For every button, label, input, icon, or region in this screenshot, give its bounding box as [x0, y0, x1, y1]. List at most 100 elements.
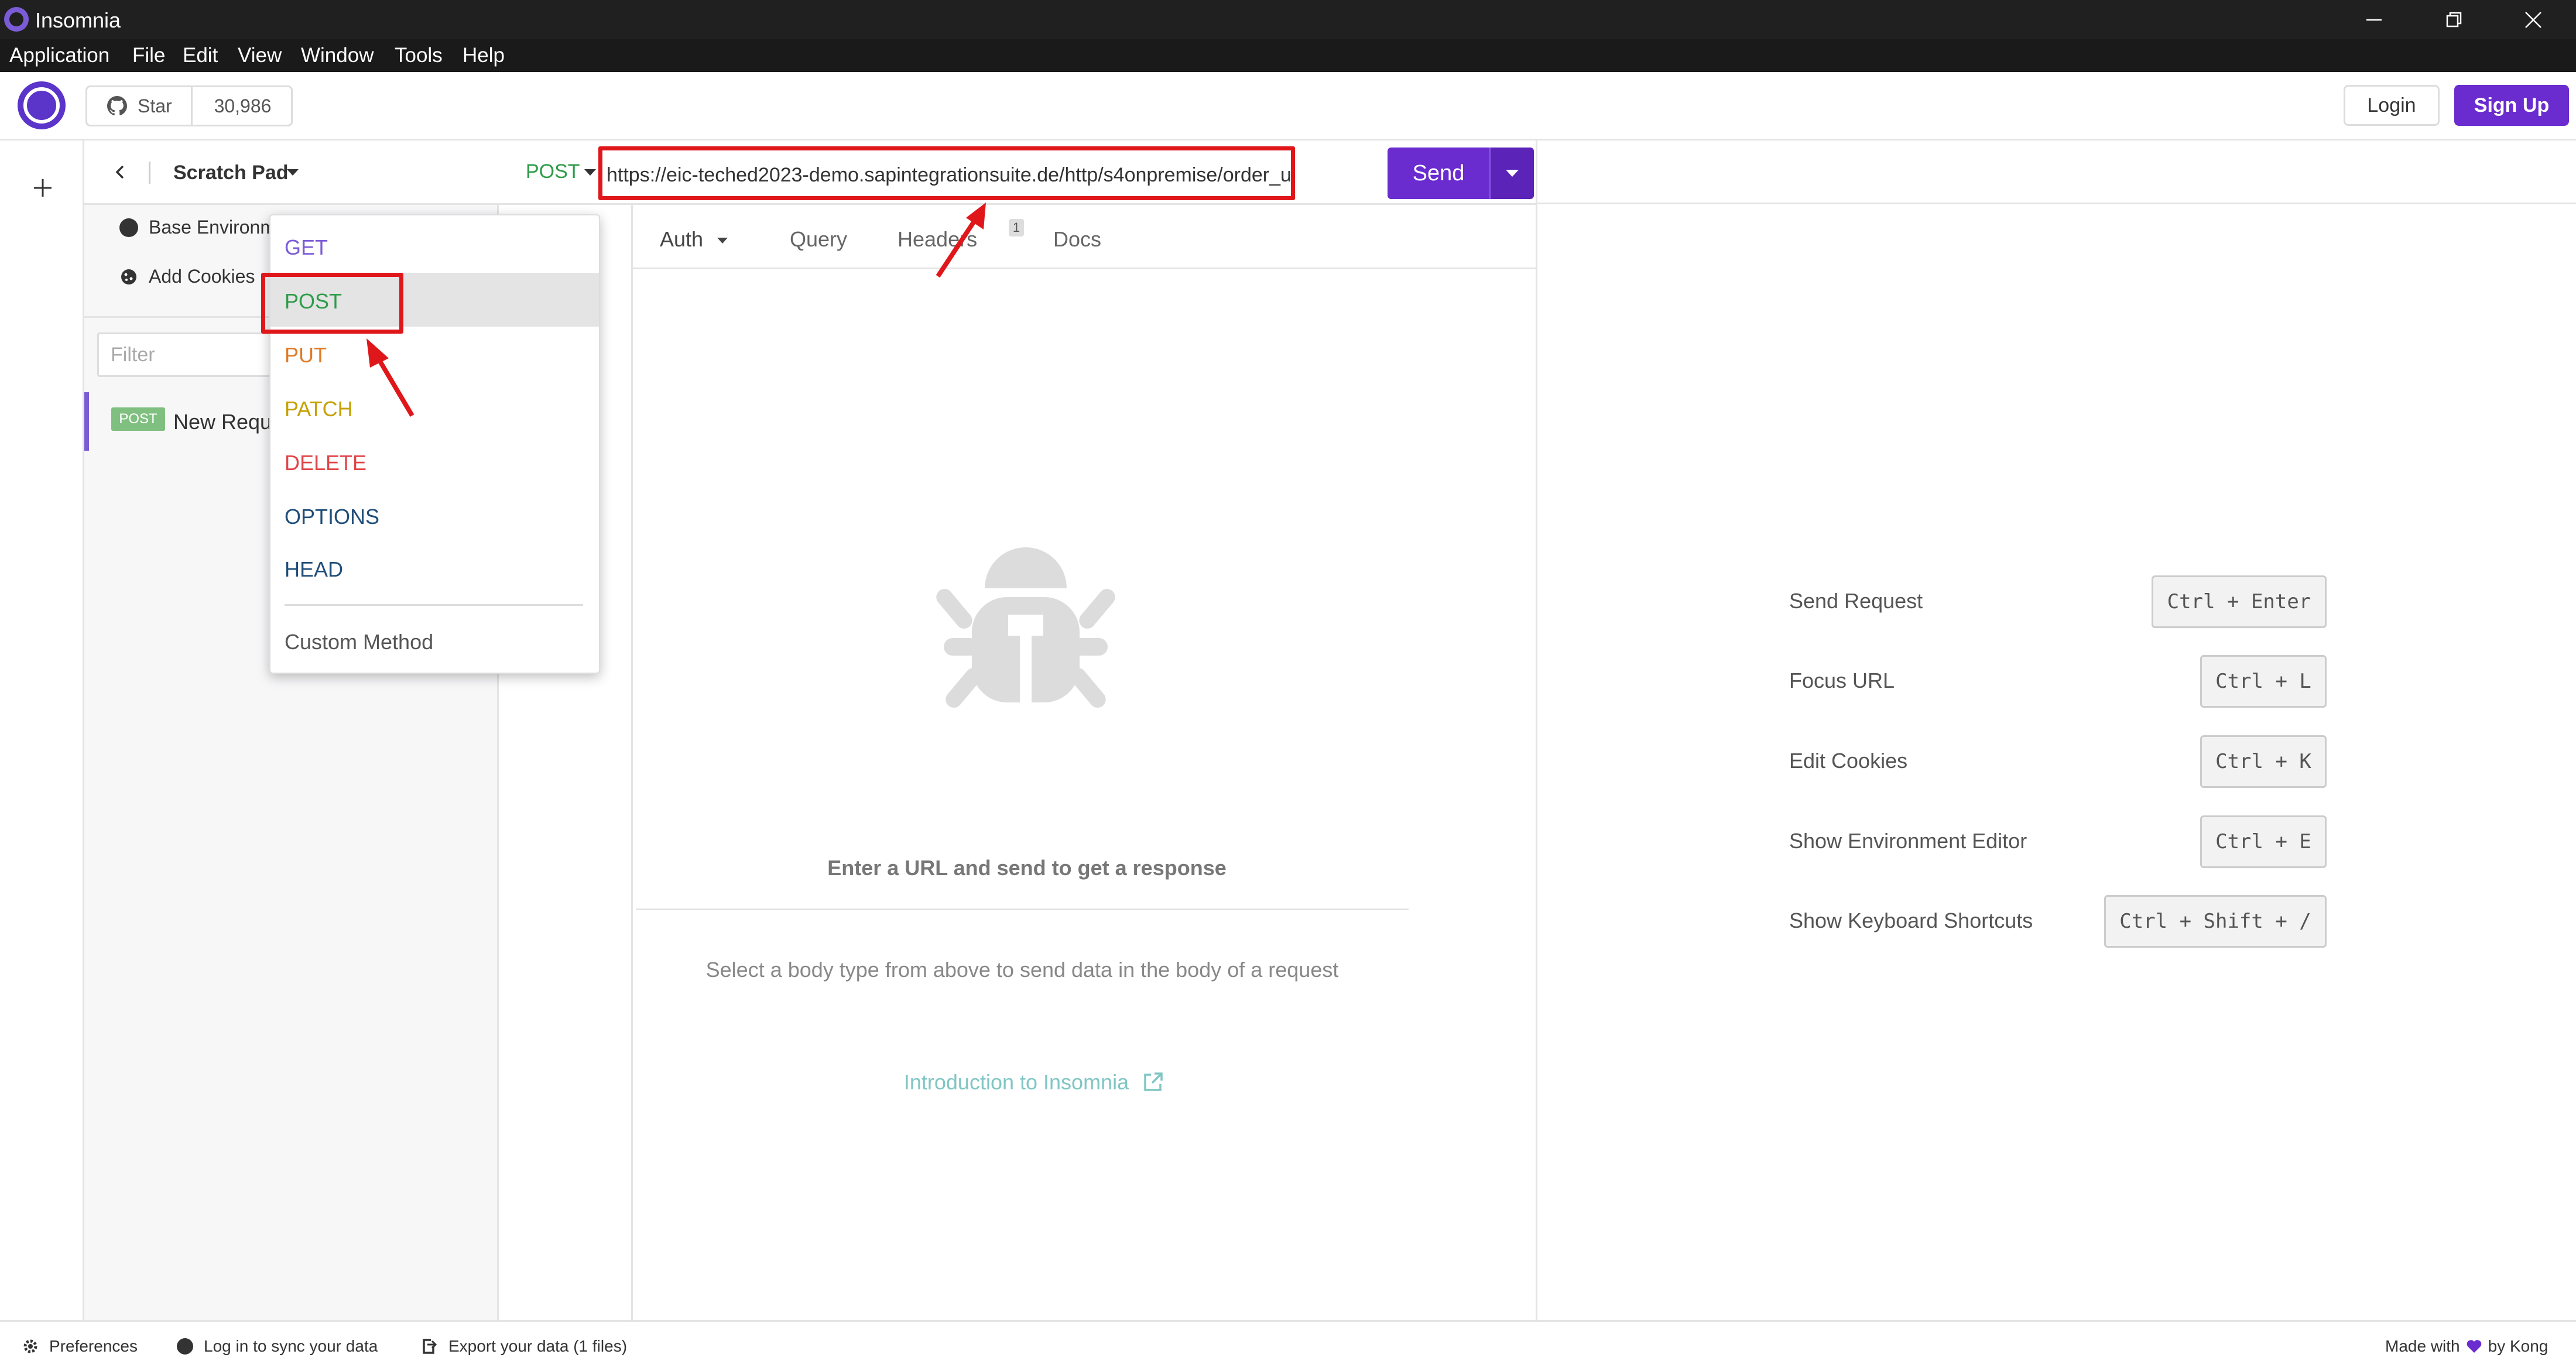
insomnia-home-icon[interactable] — [18, 81, 66, 129]
external-link-icon — [1144, 1072, 1163, 1091]
shortcut-label-focus-url: Focus URL — [1789, 668, 1895, 692]
menu-bar: Application File Edit View Window Tools … — [0, 39, 2576, 72]
method-option-delete[interactable]: DELETE — [270, 434, 599, 488]
left-rail — [0, 140, 84, 1320]
chevron-left-icon[interactable] — [108, 160, 131, 184]
request-name: New Requ — [173, 410, 272, 434]
environment-dot-icon — [119, 218, 138, 237]
shortcut-label-send: Send Request — [1789, 589, 1923, 613]
sync-status-icon — [177, 1338, 193, 1355]
tab-auth-label: Auth — [660, 227, 704, 251]
top-toolbar: Star 30,986 Login Sign Up — [0, 72, 2576, 140]
bug-icon — [936, 547, 1115, 708]
gear-icon — [23, 1339, 37, 1353]
shortcut-label-edit-cookies: Edit Cookies — [1789, 749, 1908, 773]
menu-edit[interactable]: Edit — [183, 44, 218, 67]
method-option-options[interactable]: OPTIONS — [270, 488, 599, 542]
empty-state-subtitle: Select a body type from above to send da… — [705, 958, 1339, 982]
response-top-border — [1537, 203, 2576, 204]
url-highlight-box — [598, 146, 1295, 200]
dropdown-divider — [285, 604, 583, 606]
close-icon — [2525, 11, 2541, 28]
method-option-get[interactable]: GET — [270, 219, 599, 273]
sync-login-button[interactable]: Log in to sync your data — [177, 1337, 378, 1356]
method-selector[interactable]: POST — [526, 160, 580, 183]
add-cookies-label: Add Cookies — [149, 266, 255, 287]
github-star-group: Star 30,986 — [85, 85, 293, 126]
export-label: Export your data (1 files) — [448, 1337, 628, 1355]
method-badge: POST — [111, 407, 165, 431]
shortcut-label-env-editor: Show Environment Editor — [1789, 829, 2027, 853]
login-button[interactable]: Login — [2344, 85, 2440, 126]
method-caret-icon[interactable] — [583, 167, 597, 177]
preferences-button[interactable]: Preferences — [22, 1337, 138, 1356]
shortcut-key-edit-cookies: Ctrl + K — [2200, 735, 2327, 788]
preferences-label: Preferences — [49, 1337, 138, 1355]
caret-down-icon[interactable] — [286, 167, 300, 177]
title-bar: Insomnia — [0, 0, 2576, 39]
caret-down-icon — [1506, 170, 1519, 177]
environment-label: Base Environm — [149, 217, 276, 238]
send-options-button[interactable] — [1489, 148, 1534, 199]
workspace-title[interactable]: Scratch Pad — [173, 162, 289, 184]
empty-state-title: Enter a URL and send to get a response — [827, 856, 1227, 880]
intro-link[interactable]: Introduction to Insomnia — [882, 1070, 1186, 1095]
minimize-button[interactable] — [2336, 0, 2412, 39]
menu-tools[interactable]: Tools — [395, 44, 443, 67]
sidebar-header: Scratch Pad — [84, 140, 499, 205]
made-with-label: Made with — [2385, 1337, 2460, 1355]
caret-down-icon — [717, 238, 728, 244]
shortcut-key-send: Ctrl + Enter — [2152, 575, 2327, 628]
header-separator — [149, 162, 150, 184]
tab-docs[interactable]: Docs — [1053, 227, 1101, 252]
send-button[interactable]: Send — [1388, 148, 1489, 199]
request-pane: POST https://eic-teched2023-demo.sapinte… — [499, 140, 1537, 1320]
menu-help[interactable]: Help — [463, 44, 505, 67]
insomnia-logo-icon — [4, 7, 29, 32]
environment-selector[interactable]: Base Environm — [119, 217, 276, 238]
menu-file[interactable]: File — [132, 44, 165, 67]
heart-icon — [2467, 1340, 2481, 1353]
github-icon — [107, 96, 127, 116]
shortcut-key-env-editor: Ctrl + E — [2200, 815, 2327, 868]
tab-query[interactable]: Query — [790, 227, 847, 252]
method-option-patch[interactable]: PATCH — [270, 380, 599, 434]
signup-button[interactable]: Sign Up — [2454, 85, 2569, 126]
method-option-head[interactable]: HEAD — [270, 541, 599, 595]
body-border — [631, 269, 633, 1320]
method-option-put[interactable]: PUT — [270, 327, 599, 380]
status-bar: Preferences Log in to sync your data Exp… — [0, 1320, 2576, 1368]
cookie-icon — [121, 269, 136, 284]
headers-count-badge: 1 — [1009, 219, 1024, 236]
menu-view[interactable]: View — [238, 44, 282, 67]
restore-icon — [2446, 12, 2462, 27]
url-bar: POST https://eic-teched2023-demo.sapinte… — [499, 140, 1537, 205]
made-with-kong: Made with by Kong — [2385, 1337, 2548, 1356]
sync-label: Log in to sync your data — [204, 1337, 378, 1355]
post-highlight-box — [261, 273, 403, 334]
github-star-label: Star — [138, 95, 172, 116]
by-kong-label: by Kong — [2488, 1337, 2548, 1355]
menu-application[interactable]: Application — [9, 44, 109, 67]
method-option-custom[interactable]: Custom Method — [270, 613, 599, 667]
github-star-button[interactable]: Star — [87, 87, 193, 125]
close-button[interactable] — [2495, 0, 2571, 39]
minimize-icon — [2366, 19, 2382, 20]
github-star-count[interactable]: 30,986 — [194, 87, 291, 125]
add-project-icon[interactable] — [29, 174, 56, 201]
shortcut-key-keyboard: Ctrl + Shift + / — [2104, 895, 2327, 948]
response-pane: Send Request Ctrl + Enter Focus URL Ctrl… — [1537, 140, 2576, 1320]
export-icon — [423, 1339, 437, 1354]
intro-link-label: Introduction to Insomnia — [903, 1070, 1129, 1094]
export-data-button[interactable]: Export your data (1 files) — [420, 1337, 627, 1356]
restore-button[interactable] — [2416, 0, 2492, 39]
request-tabs: Auth Query Headers 1 Docs — [631, 205, 1537, 269]
shortcut-key-focus-url: Ctrl + L — [2200, 655, 2327, 708]
tab-headers[interactable]: Headers — [898, 227, 977, 252]
tab-auth[interactable]: Auth — [660, 227, 729, 252]
shortcut-label-keyboard: Show Keyboard Shortcuts — [1789, 908, 2033, 932]
empty-state-rule — [636, 908, 1409, 910]
menu-window[interactable]: Window — [301, 44, 374, 67]
add-cookies-button[interactable]: Add Cookies — [119, 266, 255, 287]
window-title: Insomnia — [35, 8, 121, 32]
